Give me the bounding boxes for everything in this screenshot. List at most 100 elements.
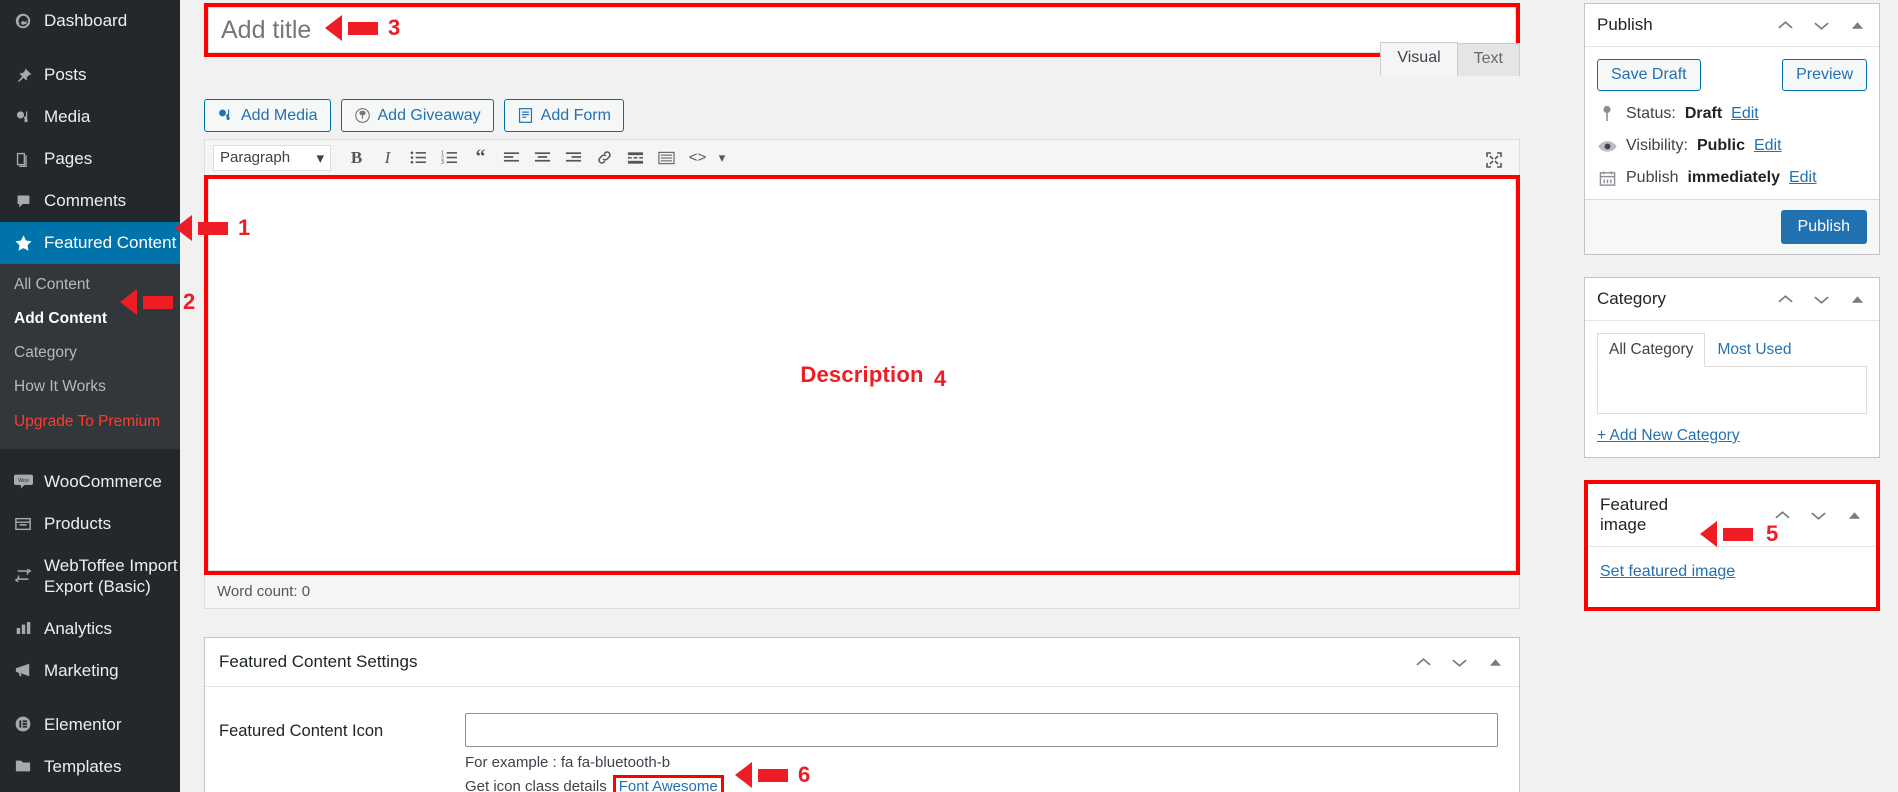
eye-icon [1597,140,1617,153]
move-down-icon[interactable] [1449,652,1469,672]
move-up-icon[interactable] [1413,652,1433,672]
italic-icon[interactable]: I [372,144,403,171]
toolbar-toggle-icon[interactable] [651,144,682,171]
featured-content-settings-panel: Featured Content Settings Featured Conte… [204,637,1520,792]
editor-body-highlight: Description 4 [204,175,1520,575]
media-buttons-row: Add Media Add Giveaway Add Form [204,99,1520,132]
move-up-icon[interactable] [1772,505,1792,525]
toggle-panel-icon[interactable] [1485,652,1505,672]
sidebar-item-woocommerce[interactable]: Woo WooCommerce [0,461,180,503]
pin-icon [12,64,34,86]
analytics-icon [12,617,34,639]
move-down-icon[interactable] [1811,15,1831,35]
sidebar-item-label: WooCommerce [44,472,162,492]
move-down-icon[interactable] [1808,505,1828,525]
set-featured-image-link[interactable]: Set featured image [1600,563,1735,580]
sidebar-item-add-content[interactable]: Add Content [0,302,180,336]
add-form-label: Add Form [540,106,611,124]
blockquote-icon[interactable]: “ [465,144,496,171]
publish-panel-title: Publish [1597,15,1653,34]
move-up-icon[interactable] [1775,289,1795,309]
tab-most-used-label: Most Used [1717,341,1792,358]
featured-image-panel-header: Featured image [1588,484,1876,547]
align-right-icon[interactable] [558,144,589,171]
post-status-edit-link[interactable]: Edit [1731,105,1759,123]
publish-button[interactable]: Publish [1780,210,1867,244]
bulleted-list-icon[interactable] [403,144,434,171]
read-more-icon[interactable] [620,144,651,171]
editor-mode-tabs: Visual Text [1380,42,1520,76]
bold-icon[interactable]: B [341,144,372,171]
featured-content-icon-input[interactable] [465,713,1498,747]
sidebar-item-analytics[interactable]: Analytics [0,607,180,649]
sidebar-item-label: Elementor [44,714,122,734]
sidebar-item-comments[interactable]: Comments [0,180,180,222]
sidebar-item-media[interactable]: Media [0,96,180,138]
sidebar-item-featured-content[interactable]: Featured Content [0,222,180,264]
sidebar-item-category[interactable]: Category [0,336,180,370]
format-select[interactable]: Paragraph ▾ [213,144,331,171]
category-panel-title: Category [1597,289,1666,308]
toggle-panel-icon[interactable] [1847,15,1867,35]
post-visibility-label: Visibility: [1626,137,1688,154]
sidebar-item-label: Marketing [44,660,119,680]
sidebar-item-label: Dashboard [44,11,128,31]
sidebar-item-elementor[interactable]: Elementor [0,703,180,745]
svg-text:3: 3 [441,160,444,165]
source-code-icon[interactable]: <> [682,144,713,171]
post-schedule-edit-link[interactable]: Edit [1789,169,1817,187]
sidebar-item-pages[interactable]: Pages [0,138,180,180]
tab-all-category[interactable]: All Category [1597,333,1706,367]
save-draft-button[interactable]: Save Draft [1597,59,1701,91]
numbered-list-icon[interactable]: 123 [434,144,465,171]
align-center-icon[interactable] [527,144,558,171]
sidebar-item-marketing[interactable]: Marketing [0,649,180,691]
move-up-icon[interactable] [1775,15,1795,35]
category-list-box[interactable] [1597,366,1867,414]
sidebar-divider [0,691,180,703]
add-giveaway-button[interactable]: Add Giveaway [340,99,494,132]
tab-most-used[interactable]: Most Used [1705,333,1803,367]
tab-text-label: Text [1473,50,1503,67]
sidebar-item-webtoffee-import-export[interactable]: WebToffee Import Export (Basic) [0,545,180,608]
category-panel-header: Category [1585,278,1879,321]
featured-content-icon-example: For example : fa fa-bluetooth-b [465,754,671,771]
tab-text[interactable]: Text [1456,43,1520,76]
post-title-input[interactable] [208,7,1516,53]
sidebar-divider [0,42,180,54]
tab-visual[interactable]: Visual [1380,42,1458,76]
sidebar-item-dashboard[interactable]: Dashboard [0,0,180,42]
wordpress-admin-screen: Dashboard Posts Media Pages Comments Fea… [0,0,1898,792]
sidebar-item-label: Pages [44,149,93,169]
featured-content-icon-help: Get icon class details Font Awesome [465,775,1505,792]
sidebar-item-posts[interactable]: Posts [0,54,180,96]
font-awesome-link[interactable]: Font Awesome [612,775,724,792]
featured-content-settings-header: Featured Content Settings [205,638,1519,687]
toggle-panel-icon[interactable] [1844,505,1864,525]
dropdown-caret-icon[interactable]: ▾ [713,144,731,171]
sidebar-item-upgrade-to-premium[interactable]: Upgrade To Premium [0,405,180,439]
post-status-value: Draft [1684,105,1723,122]
woo-icon: Woo [12,471,34,493]
toggle-panel-icon[interactable] [1847,289,1867,309]
insert-link-icon[interactable] [589,144,620,171]
submenu-label: How It Works [14,378,106,396]
sidebar-item-all-content[interactable]: All Content [0,268,180,302]
preview-button[interactable]: Preview [1782,59,1867,91]
fullscreen-icon[interactable] [1478,146,1509,173]
sidebar-item-templates[interactable]: Templates [0,745,180,787]
sidebar-item-products[interactable]: Products [0,503,180,545]
add-new-category-link[interactable]: + Add New Category [1597,427,1867,445]
sidebar-item-wpforms[interactable]: WPForms [0,787,180,792]
marketing-icon [12,659,34,681]
category-panel-body: All Category Most Used + Add New Categor… [1585,321,1879,457]
format-select-value: Paragraph [220,149,291,166]
add-form-button[interactable]: Add Form [503,99,624,132]
sidebar-item-how-it-works[interactable]: How It Works [0,370,180,404]
move-down-icon[interactable] [1811,289,1831,309]
post-visibility-edit-link[interactable]: Edit [1754,137,1782,155]
add-media-button[interactable]: Add Media [204,99,331,132]
editor-body[interactable]: Description 4 [208,179,1516,571]
align-left-icon[interactable] [496,144,527,171]
publish-panel-header: Publish [1585,4,1879,47]
